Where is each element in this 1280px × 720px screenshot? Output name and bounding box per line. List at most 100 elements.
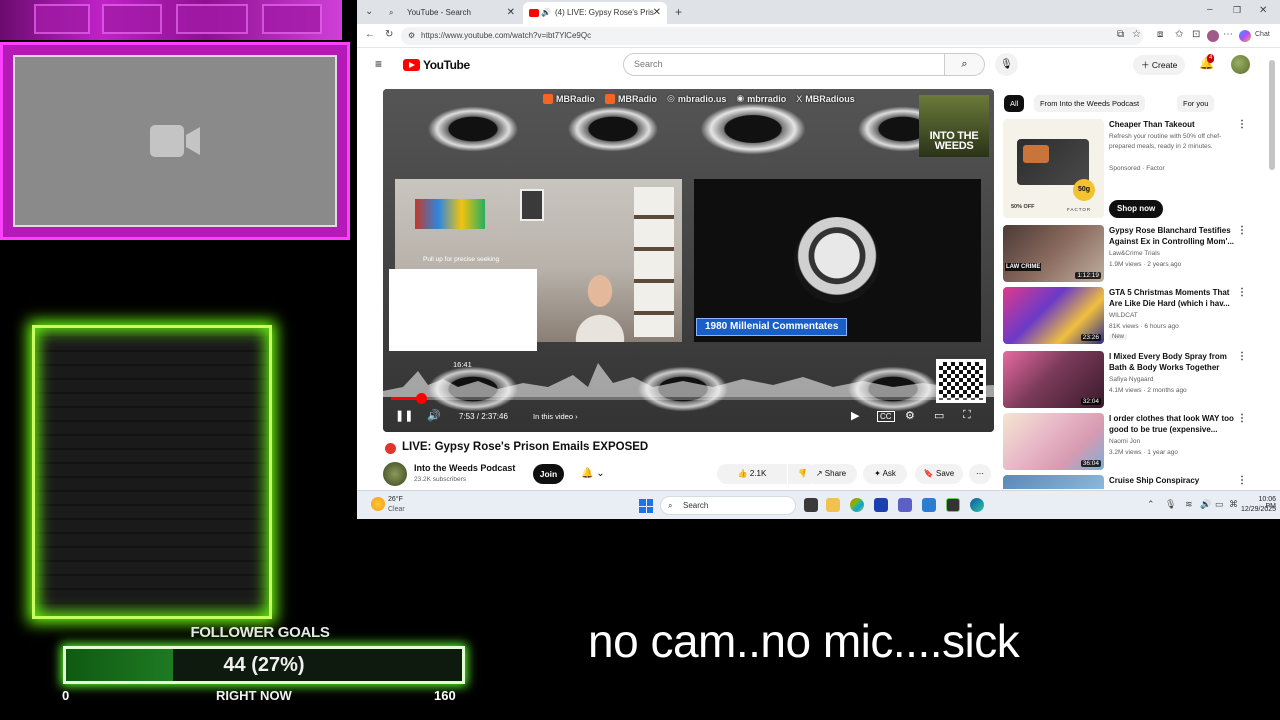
- subscription-bell-button[interactable]: 🔔 ⌄: [575, 464, 615, 484]
- close-tab-icon[interactable]: ✕: [507, 2, 515, 24]
- favorites-icon[interactable]: ✩: [1175, 29, 1183, 40]
- more-actions-button[interactable]: ⋯: [969, 464, 991, 484]
- edge-browser-icon[interactable]: [970, 498, 984, 512]
- teams-icon[interactable]: [898, 498, 912, 512]
- chapter-button[interactable]: In this video ›: [533, 412, 578, 421]
- video-thumbnail[interactable]: [1003, 475, 1104, 489]
- split-view-icon[interactable]: ⧉: [1117, 29, 1124, 40]
- recommended-video[interactable]: 23:26 GTA 5 Christmas Moments That Are L…: [1003, 287, 1271, 345]
- search-button[interactable]: ⌕: [945, 53, 985, 76]
- channel-avatar[interactable]: [383, 462, 407, 486]
- recommended-title[interactable]: GTA 5 Christmas Moments That Are Like Di…: [1109, 287, 1237, 309]
- save-button[interactable]: 🔖 Save: [915, 464, 963, 484]
- tab-list-icon[interactable]: ⌄: [365, 6, 373, 17]
- video-player[interactable]: MBRadio MBRadio ◎ mbradio.us ◉ mbrradio …: [383, 89, 994, 432]
- volume-icon[interactable]: 🔊: [1200, 499, 1211, 510]
- recommended-channel[interactable]: Law&Crime Trials: [1109, 250, 1160, 257]
- ask-button[interactable]: ✦ Ask: [863, 464, 907, 484]
- recommended-channel[interactable]: Naomi Jon: [1109, 438, 1140, 445]
- sponsored-ad[interactable]: 50g 50% OFF FACTOR Cheaper Than Takeout …: [1003, 119, 1271, 219]
- extensions-icon[interactable]: ⧈: [1157, 29, 1163, 40]
- task-view-icon[interactable]: [804, 498, 818, 512]
- channel-name[interactable]: Into the Weeds Podcast: [414, 463, 515, 473]
- microphone-icon[interactable]: 🎙: [1165, 499, 1176, 510]
- settings-gear-icon[interactable]: ⚙: [905, 409, 915, 422]
- recommended-video[interactable]: Cruise Ship Conspiracy ⋮: [1003, 475, 1271, 489]
- file-explorer-icon[interactable]: [826, 498, 840, 512]
- chip-from-channel[interactable]: From Into the Weeds Podcast: [1034, 95, 1146, 112]
- join-button[interactable]: Join: [533, 464, 564, 484]
- share-button[interactable]: ↗ Share: [805, 464, 857, 484]
- profile-icon[interactable]: [1207, 30, 1219, 42]
- more-options-icon[interactable]: ⋮: [1237, 351, 1247, 362]
- more-options-icon[interactable]: ⋮: [1237, 119, 1247, 130]
- recommended-video[interactable]: LAW CRIME 1:12:19 Gypsy Rose Blanchard T…: [1003, 225, 1271, 283]
- chat-label[interactable]: Chat: [1255, 31, 1270, 38]
- volume-icon[interactable]: 🔊: [427, 409, 441, 422]
- refresh-icon[interactable]: ↻: [385, 29, 393, 40]
- visual-studio-icon[interactable]: [874, 498, 888, 512]
- wifi-icon[interactable]: ≋: [1185, 499, 1193, 510]
- recommended-title[interactable]: Gypsy Rose Blanchard Testifies Against E…: [1109, 225, 1237, 247]
- more-options-icon[interactable]: ⋮: [1237, 287, 1247, 298]
- collections-icon[interactable]: ⊡: [1192, 29, 1200, 40]
- search-input[interactable]: Search: [623, 53, 945, 76]
- progress-scrubber[interactable]: [415, 393, 427, 404]
- recommended-title[interactable]: I Mixed Every Body Spray from Bath & Bod…: [1109, 351, 1237, 373]
- windows-start-icon[interactable]: [639, 499, 653, 513]
- store-icon[interactable]: [922, 498, 936, 512]
- video-thumbnail[interactable]: 23:26: [1003, 287, 1104, 344]
- battery-icon[interactable]: ▭: [1215, 499, 1224, 510]
- favorite-icon[interactable]: ☆: [1132, 29, 1141, 40]
- site-info-icon[interactable]: ⚙: [408, 27, 415, 45]
- address-bar[interactable]: ⚙ https://www.youtube.com/watch?v=ibt7Yl…: [401, 27, 1143, 45]
- obs-icon[interactable]: [946, 498, 960, 512]
- close-tab-icon[interactable]: ✕: [653, 2, 661, 24]
- video-thumbnail[interactable]: 36:04: [1003, 413, 1104, 470]
- minimize-icon[interactable]: –: [1207, 4, 1213, 15]
- close-window-icon[interactable]: ✕: [1259, 5, 1267, 16]
- youtube-logo[interactable]: YouTube: [403, 58, 470, 72]
- new-tab-icon[interactable]: +: [675, 5, 682, 19]
- video-thumbnail[interactable]: LAW CRIME 1:12:19: [1003, 225, 1104, 282]
- ad-title[interactable]: Cheaper Than Takeout: [1109, 120, 1195, 129]
- pause-icon[interactable]: ❚❚: [395, 409, 413, 422]
- chip-all[interactable]: All: [1004, 95, 1025, 112]
- tab-youtube-search[interactable]: ⌕ YouTube - Search ✕: [381, 2, 521, 24]
- taskbar-search-input[interactable]: ⌕ Search: [660, 496, 796, 515]
- recommended-video[interactable]: 36:04 I order clothes that look WAY too …: [1003, 413, 1271, 471]
- recommended-title[interactable]: Cruise Ship Conspiracy: [1109, 475, 1237, 486]
- speaker-icon[interactable]: 🔊: [541, 2, 551, 24]
- weather-temperature[interactable]: 26°F: [388, 496, 403, 503]
- weather-sun-icon[interactable]: [371, 497, 385, 511]
- recommended-title[interactable]: I order clothes that look WAY too good t…: [1109, 413, 1237, 435]
- ad-thumbnail[interactable]: 50g 50% OFF FACTOR: [1003, 119, 1104, 218]
- more-options-icon[interactable]: ⋮: [1237, 225, 1247, 236]
- captions-icon[interactable]: CC: [877, 411, 895, 422]
- fullscreen-icon[interactable]: ⛶: [963, 409, 971, 422]
- video-thumbnail[interactable]: 32:04: [1003, 351, 1104, 408]
- progress-bar[interactable]: [391, 393, 986, 404]
- copilot-app-icon[interactable]: [850, 498, 864, 512]
- back-icon[interactable]: ←: [365, 29, 375, 40]
- more-menu-icon[interactable]: ⋯: [1223, 29, 1233, 40]
- theater-mode-icon[interactable]: ▭: [934, 409, 944, 422]
- copilot-icon[interactable]: [1239, 30, 1251, 42]
- autoplay-toggle-icon[interactable]: ▶: [851, 409, 859, 422]
- create-button[interactable]: ＋ Create: [1133, 55, 1186, 75]
- notification-center-icon[interactable]: ⌘: [1229, 499, 1238, 510]
- more-options-icon[interactable]: ⋮: [1237, 475, 1247, 486]
- chevron-up-icon[interactable]: ⌃: [1147, 499, 1155, 510]
- recommended-video[interactable]: 32:04 I Mixed Every Body Spray from Bath…: [1003, 351, 1271, 409]
- page-scrollbar[interactable]: [1269, 60, 1275, 170]
- more-options-icon[interactable]: ⋮: [1237, 413, 1247, 424]
- recommended-channel[interactable]: Safiya Nygaard: [1109, 376, 1153, 383]
- shop-now-button[interactable]: Shop now: [1109, 200, 1164, 218]
- maximize-icon[interactable]: ❐: [1233, 5, 1241, 16]
- voice-search-button[interactable]: 🎙: [995, 53, 1018, 76]
- recommended-channel[interactable]: WILDCAT: [1109, 312, 1138, 319]
- chip-for-you[interactable]: For you: [1177, 95, 1215, 112]
- account-avatar[interactable]: [1231, 55, 1250, 74]
- tab-youtube-video[interactable]: 🔊 (4) LIVE: Gypsy Rose's Pris ✕: [523, 2, 667, 24]
- like-button[interactable]: 👍 2.1K: [717, 464, 787, 484]
